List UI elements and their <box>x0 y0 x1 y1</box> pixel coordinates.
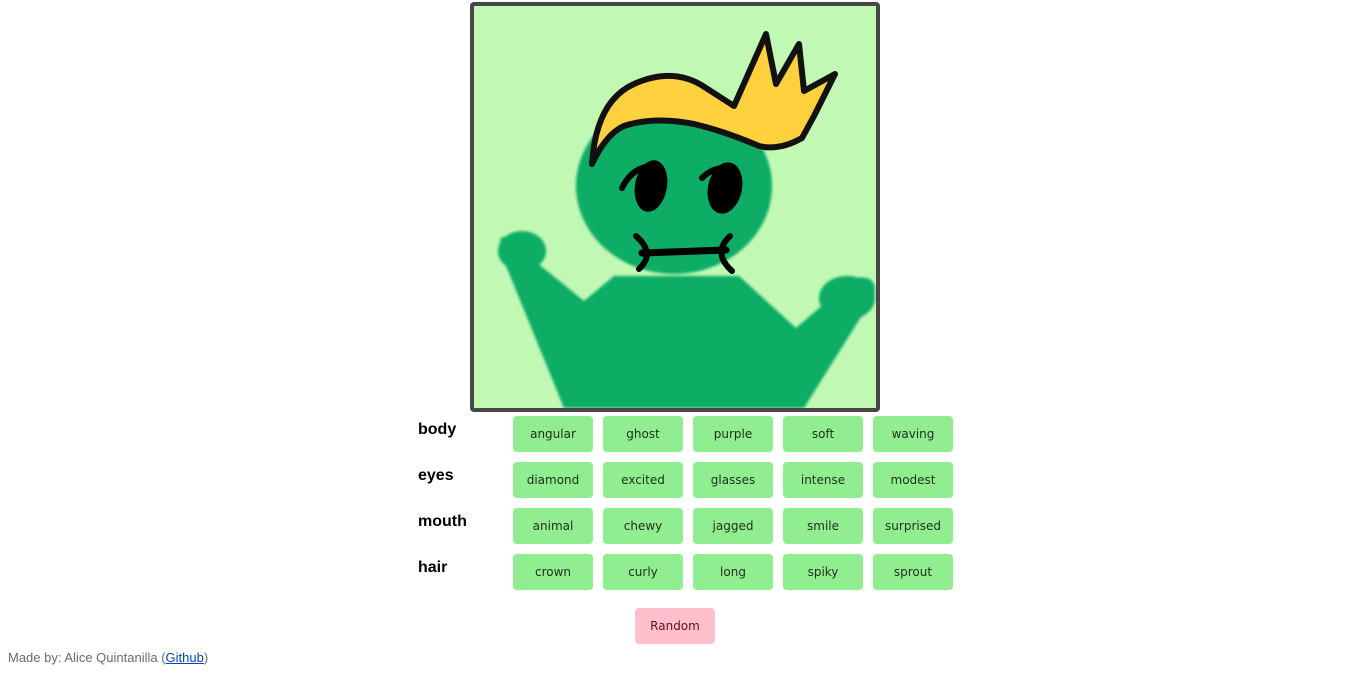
category-row-body: body angular ghost purple soft waving <box>418 416 958 452</box>
footer-credit: Made by: Alice Quintanilla (Github) <box>8 650 208 665</box>
eyes-option-excited[interactable]: excited <box>603 462 683 498</box>
body-option-purple[interactable]: purple <box>693 416 773 452</box>
app-root: body angular ghost purple soft waving ey… <box>0 0 1350 673</box>
eyes-option-modest[interactable]: modest <box>873 462 953 498</box>
body-option-soft[interactable]: soft <box>783 416 863 452</box>
hair-option-long[interactable]: long <box>693 554 773 590</box>
body-option-waving[interactable]: waving <box>873 416 953 452</box>
body-option-angular[interactable]: angular <box>513 416 593 452</box>
hair-option-sprout[interactable]: sprout <box>873 554 953 590</box>
body-option-ghost[interactable]: ghost <box>603 416 683 452</box>
eyes-option-intense[interactable]: intense <box>783 462 863 498</box>
hair-option-crown[interactable]: crown <box>513 554 593 590</box>
option-panel: body angular ghost purple soft waving ey… <box>418 416 958 600</box>
hair-option-curly[interactable]: curly <box>603 554 683 590</box>
mouth-option-smile[interactable]: smile <box>783 508 863 544</box>
category-row-eyes: eyes diamond excited glasses intense mod… <box>418 462 958 498</box>
category-label-eyes: eyes <box>418 467 454 484</box>
category-row-hair: hair crown curly long spiky sprout <box>418 554 958 590</box>
category-row-mouth: mouth animal chewy jagged smile surprise… <box>418 508 958 544</box>
eyes-option-glasses[interactable]: glasses <box>693 462 773 498</box>
hair-option-spiky[interactable]: spiky <box>783 554 863 590</box>
category-label-mouth: mouth <box>418 513 467 530</box>
mouth-option-animal[interactable]: animal <box>513 508 593 544</box>
random-button[interactable]: Random <box>635 608 715 644</box>
eyes-option-diamond[interactable]: diamond <box>513 462 593 498</box>
github-link[interactable]: Github <box>166 650 204 665</box>
avatar-illustration <box>498 31 875 408</box>
mouth-option-surprised[interactable]: surprised <box>873 508 953 544</box>
footer-prefix: Made by: Alice Quintanilla ( <box>8 650 166 665</box>
mouth-option-chewy[interactable]: chewy <box>603 508 683 544</box>
category-label-body: body <box>418 421 457 438</box>
mouth-option-jagged[interactable]: jagged <box>693 508 773 544</box>
category-label-hair: hair <box>418 559 448 576</box>
footer-suffix: ) <box>203 650 209 665</box>
avatar-canvas <box>470 2 880 412</box>
